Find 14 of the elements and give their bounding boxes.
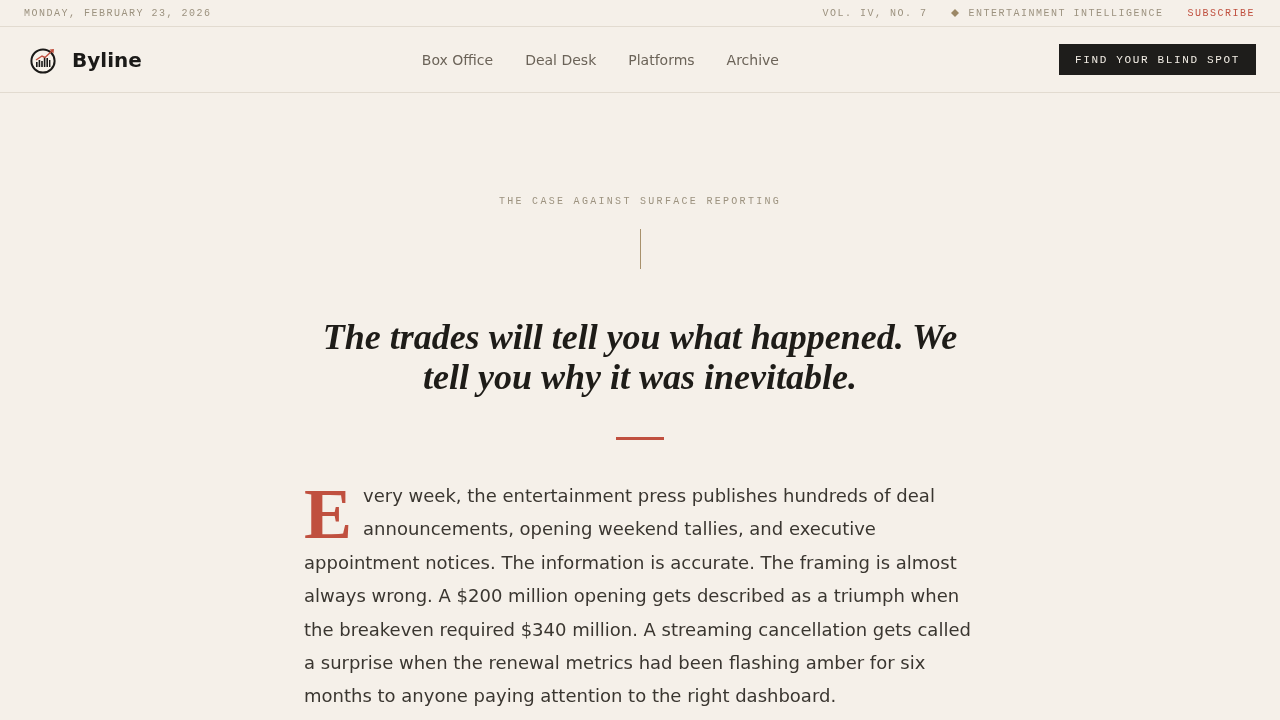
nav-link[interactable]: Platforms [628,51,695,68]
headline: The trades will tell you what happened. We tell you why it was inevitable. [321,317,959,397]
nav-link[interactable]: Archive [726,51,779,68]
nav-link[interactable]: Deal Desk [525,51,597,68]
find-blind-spot-button[interactable]: FIND YOUR BLIND SPOT [1058,44,1256,75]
diamond-icon [951,9,960,17]
eyebrow-text: THE CASE AGAINST SURFACE REPORTING [498,196,782,208]
bar-chart-logo-icon [30,45,58,74]
issue-text: VOL. IV, NO. 7 [822,7,928,19]
date-text: MONDAY, FEBRUARY 23, 2026 [24,7,212,19]
subscribe-link[interactable]: SUBSCRIBE [1187,7,1255,19]
nav-link[interactable]: Box Office [421,51,494,68]
section-text: ENTERTAINMENT INTELLIGENCE [968,7,1164,19]
brand-name: Byline [72,47,142,72]
